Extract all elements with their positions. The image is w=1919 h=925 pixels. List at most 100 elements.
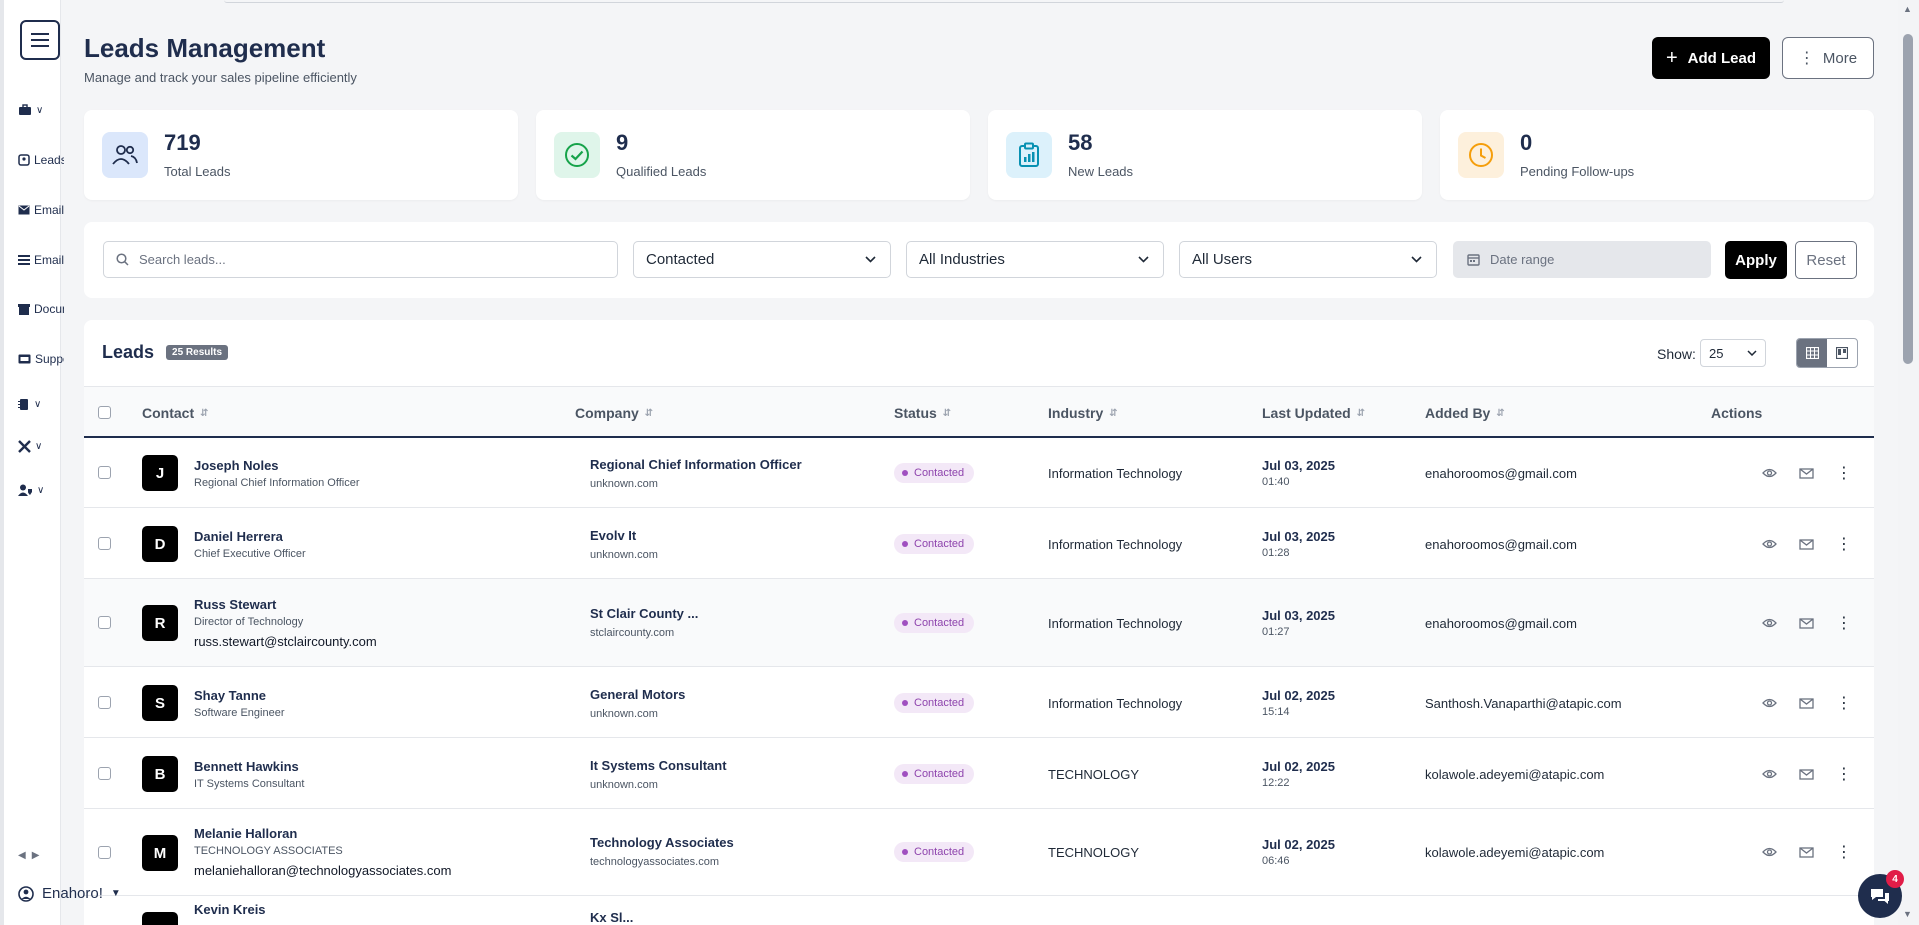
company-name: St Clair County ...	[590, 606, 699, 621]
row-checkbox[interactable]	[98, 767, 111, 780]
chat-button[interactable]: 4	[1858, 870, 1904, 918]
column-header-added-by[interactable]: Added By ⇵	[1425, 405, 1505, 421]
view-lead-button[interactable]	[1759, 534, 1779, 554]
contact-name[interactable]: Russ Stewart	[194, 597, 276, 612]
row-checkbox[interactable]	[98, 846, 111, 859]
column-header-company[interactable]: Company ⇵	[575, 405, 653, 421]
column-header-contact[interactable]: Contact ⇵	[142, 405, 209, 421]
table-row[interactable]: K Kevin Kreis Kx Sl...	[84, 896, 1874, 925]
company-domain: technologyassociates.com	[590, 856, 720, 868]
scroll-up-arrow[interactable]: ▲	[1903, 4, 1912, 14]
vertical-scrollbar[interactable]: ▲ ▼	[1898, 0, 1919, 925]
sidebar-item-support[interactable]: Support	[18, 352, 64, 366]
chip-icon	[18, 399, 28, 410]
status-filter-select[interactable]: Contacted	[633, 241, 891, 278]
table-row[interactable]: R Russ Stewart Director of Technology ru…	[84, 579, 1874, 667]
status-label: Contacted	[914, 617, 965, 629]
sidebar: ∨ Leads Email Email Documents Support ∨ …	[0, 0, 64, 925]
sidebar-group-business[interactable]: ∨	[18, 104, 64, 116]
industry: Information Technology	[1048, 696, 1183, 711]
contact-email[interactable]: russ.stewart@stclaircounty.com	[194, 634, 377, 649]
sidebar-item-leads[interactable]: Leads	[18, 153, 64, 167]
email-lead-button[interactable]	[1796, 842, 1816, 862]
column-header-status[interactable]: Status ⇵	[894, 405, 951, 421]
sort-icon: ⇵	[942, 407, 952, 419]
view-lead-button[interactable]	[1759, 693, 1779, 713]
contact-name[interactable]: Daniel Herrera	[194, 529, 283, 544]
row-more-button[interactable]: ⋮	[1834, 842, 1854, 862]
date-range-input[interactable]: Date range	[1453, 241, 1711, 278]
sidebar-group-admin[interactable]: ∨	[18, 484, 64, 496]
scrollbar-thumb[interactable]	[1903, 34, 1913, 364]
stat-label: New Leads	[1068, 164, 1134, 179]
column-header-last-updated[interactable]: Last Updated ⇵	[1262, 405, 1365, 421]
reset-filters-button[interactable]: Reset	[1795, 241, 1857, 279]
sidebar-item-label: Support	[35, 352, 64, 366]
column-header-industry[interactable]: Industry ⇵	[1048, 405, 1118, 421]
row-checkbox[interactable]	[98, 696, 111, 709]
email-lead-button[interactable]	[1796, 534, 1816, 554]
contact-name[interactable]: Shay Tanne	[194, 688, 266, 703]
table-view-button[interactable]	[1797, 339, 1827, 367]
industry-filter-select[interactable]: All Industries	[906, 241, 1164, 278]
table-row[interactable]: J Joseph Noles Regional Chief Informatio…	[84, 438, 1874, 508]
industry-filter-value: All Industries	[919, 251, 1005, 268]
row-more-button[interactable]: ⋮	[1834, 613, 1854, 633]
view-lead-button[interactable]	[1759, 764, 1779, 784]
more-button[interactable]: ⋮ More	[1782, 37, 1874, 79]
add-lead-button[interactable]: + Add Lead	[1652, 37, 1770, 79]
table-row[interactable]: D Daniel Herrera Chief Executive Officer…	[84, 508, 1874, 579]
sidebar-group-tools[interactable]: ∨	[18, 440, 64, 453]
user-menu[interactable]: Enahoro! ▼	[18, 885, 121, 902]
column-label: Contact	[142, 405, 195, 421]
apply-filters-button[interactable]: Apply	[1725, 241, 1787, 279]
contact-name[interactable]: Joseph Noles	[194, 458, 279, 473]
sidebar-item-email[interactable]: Email	[18, 203, 64, 217]
users-filter-select[interactable]: All Users	[1179, 241, 1437, 278]
menu-toggle-button[interactable]	[20, 20, 60, 60]
row-checkbox[interactable]	[98, 537, 111, 550]
last-updated-date: Jul 02, 2025	[1262, 688, 1335, 703]
email-lead-button[interactable]	[1796, 693, 1816, 713]
scroll-down-arrow[interactable]: ▼	[1903, 909, 1912, 919]
sidebar-item-documents[interactable]: Documents	[18, 302, 64, 316]
row-more-button[interactable]: ⋮	[1834, 693, 1854, 713]
last-updated-date: Jul 02, 2025	[1262, 837, 1335, 852]
view-lead-button[interactable]	[1759, 613, 1779, 633]
last-updated-time: 01:40	[1262, 476, 1290, 488]
table-row[interactable]: M Melanie Halloran TECHNOLOGY ASSOCIATES…	[84, 809, 1874, 896]
sidebar-scroll-arrows[interactable]: ◀▶	[18, 850, 45, 861]
contact-title: Director of Technology	[194, 616, 304, 628]
stat-value: 58	[1068, 130, 1093, 155]
view-lead-button[interactable]	[1759, 463, 1779, 483]
contact-email[interactable]: melaniehalloran@technologyassociates.com	[194, 863, 451, 878]
row-checkbox[interactable]	[98, 466, 111, 479]
select-all-checkbox[interactable]	[98, 406, 111, 419]
email-lead-button[interactable]	[1796, 764, 1816, 784]
row-more-button[interactable]: ⋮	[1834, 764, 1854, 784]
row-checkbox[interactable]	[98, 616, 111, 629]
row-more-button[interactable]: ⋮	[1834, 463, 1854, 483]
table-row[interactable]: B Bennett Hawkins IT Systems Consultant …	[84, 738, 1874, 809]
company-name: General Motors	[590, 687, 686, 702]
kanban-view-button[interactable]	[1827, 339, 1857, 367]
page-size-label: Show:	[1657, 346, 1696, 362]
sidebar-item-email-list[interactable]: Email	[18, 253, 64, 267]
table-row[interactable]: S Shay Tanne Software Engineer General M…	[84, 667, 1874, 738]
email-lead-button[interactable]	[1796, 613, 1816, 633]
kanban-icon	[1836, 347, 1848, 359]
view-lead-button[interactable]	[1759, 842, 1779, 862]
contact-name[interactable]: Melanie Halloran	[194, 826, 297, 841]
contact-name[interactable]: Bennett Hawkins	[194, 759, 299, 774]
search-field[interactable]: Search leads...	[103, 241, 618, 278]
page-size-select[interactable]: 25	[1700, 339, 1766, 367]
page-title: Leads Management	[84, 33, 326, 63]
envelope-icon	[1798, 538, 1814, 550]
sidebar-group-devices[interactable]: ∨	[18, 398, 64, 411]
users-filter-value: All Users	[1192, 251, 1253, 268]
row-more-button[interactable]: ⋮	[1834, 534, 1854, 554]
contact-name[interactable]: Kevin Kreis	[194, 902, 266, 917]
status-filter-value: Contacted	[646, 251, 715, 268]
last-updated-date: Jul 03, 2025	[1262, 458, 1335, 473]
email-lead-button[interactable]	[1796, 463, 1816, 483]
